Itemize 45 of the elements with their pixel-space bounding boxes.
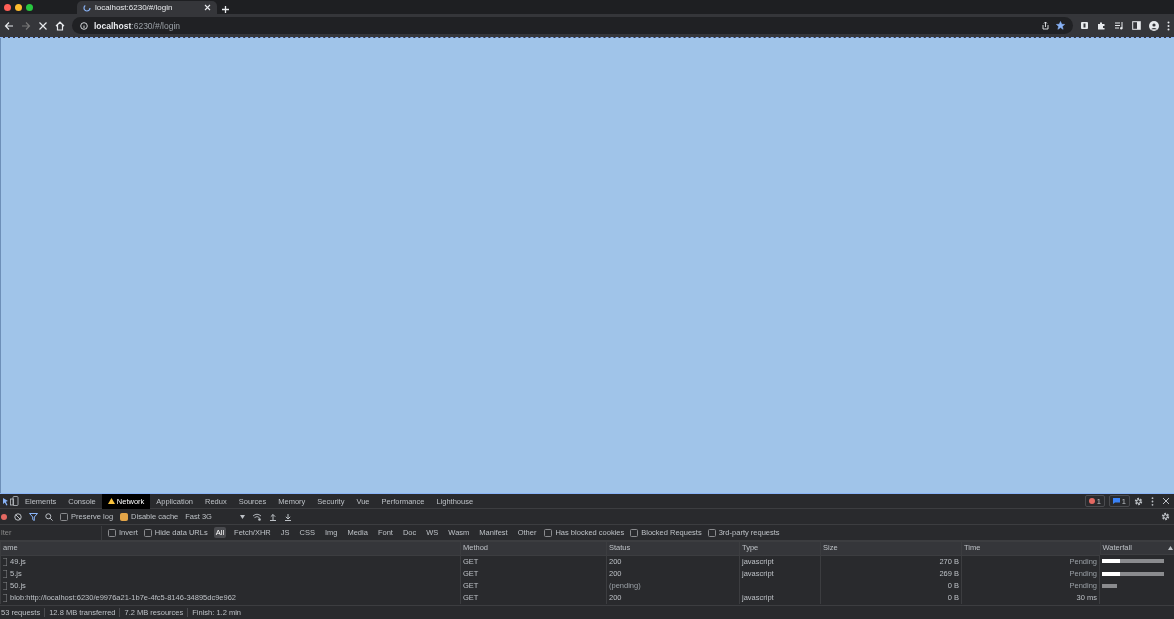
error-icon bbox=[1088, 498, 1095, 504]
close-icon[interactable] bbox=[1162, 497, 1170, 505]
checkbox-box[interactable] bbox=[707, 528, 716, 537]
record-stop-icon[interactable] bbox=[1, 513, 7, 520]
waterfall-bar bbox=[1102, 571, 1164, 576]
sort-ascending-icon[interactable] bbox=[1167, 546, 1173, 550]
window-minimize-button[interactable] bbox=[15, 3, 22, 11]
extension-icon[interactable] bbox=[1080, 21, 1089, 30]
checkbox-box[interactable] bbox=[108, 528, 116, 537]
back-icon[interactable] bbox=[4, 20, 14, 31]
checkbox-box[interactable] bbox=[143, 528, 152, 537]
settings-icon[interactable] bbox=[1161, 512, 1170, 521]
checkbox-box[interactable] bbox=[630, 528, 639, 537]
more-menu-icon[interactable] bbox=[1167, 20, 1170, 31]
new-tab-icon[interactable] bbox=[221, 5, 230, 14]
search-icon[interactable] bbox=[45, 512, 53, 521]
window-close-button[interactable] bbox=[4, 3, 11, 11]
bookmark-star-icon[interactable] bbox=[1056, 21, 1065, 30]
clear-icon[interactable] bbox=[14, 512, 22, 521]
message-icon bbox=[1112, 498, 1120, 504]
caret-icon bbox=[240, 514, 246, 519]
profile-icon[interactable] bbox=[1149, 20, 1159, 31]
stop-icon[interactable] bbox=[38, 20, 48, 31]
info-icon bbox=[80, 21, 88, 30]
reading-list-icon[interactable] bbox=[1114, 21, 1124, 30]
address-field[interactable]: localhost:6230/#/login bbox=[72, 17, 1073, 34]
checkbox-box[interactable] bbox=[120, 512, 129, 521]
import-icon[interactable] bbox=[269, 512, 278, 521]
window-zoom-button[interactable] bbox=[26, 3, 33, 11]
waterfall-bar bbox=[1102, 559, 1164, 564]
export-icon[interactable] bbox=[284, 512, 293, 521]
share-icon[interactable] bbox=[1041, 21, 1050, 30]
settings-icon[interactable] bbox=[1134, 496, 1143, 506]
inspect-element-icon[interactable] bbox=[2, 496, 10, 506]
filter-icon[interactable] bbox=[29, 512, 38, 521]
browser-tab[interactable]: localhost:6230/#/login bbox=[77, 1, 217, 14]
more-menu-icon[interactable] bbox=[1151, 496, 1154, 506]
checkbox-box[interactable] bbox=[544, 528, 553, 537]
checkbox-box[interactable] bbox=[60, 512, 68, 521]
home-icon[interactable] bbox=[55, 20, 65, 31]
puzzle-icon[interactable] bbox=[1097, 21, 1106, 30]
waterfall-bar bbox=[1102, 583, 1117, 588]
device-toolbar-icon[interactable] bbox=[10, 496, 19, 506]
side-panel-icon[interactable] bbox=[1132, 21, 1141, 30]
network-conditions-icon[interactable] bbox=[252, 512, 263, 521]
